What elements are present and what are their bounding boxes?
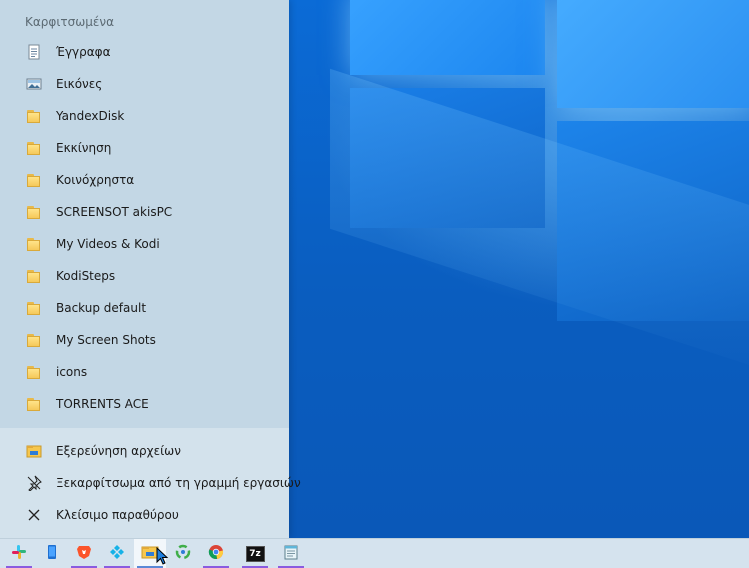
file-explorer-icon (26, 443, 42, 459)
taskbar-app-recycle[interactable] (167, 539, 199, 568)
jump-list: Καρφιτσωμένα Έγγραφα Εικόνες YandexDisk … (0, 0, 301, 538)
pinned-item-label: KodiSteps (56, 269, 116, 283)
taskbar-app-kodi[interactable] (101, 539, 133, 568)
pinned-item-yandexdisk[interactable]: YandexDisk (14, 101, 276, 131)
pictures-icon (26, 76, 42, 92)
folder-icon (26, 236, 42, 252)
unpin-icon (26, 475, 42, 492)
pinned-item-my-videos-kodi[interactable]: My Videos & Kodi (14, 229, 276, 259)
pinned-item-label: Backup default (56, 301, 147, 315)
taskbar-app-notepad[interactable] (275, 539, 307, 568)
notepad-icon (283, 544, 299, 564)
taskbar-app-7zip[interactable]: 7z (239, 539, 271, 568)
pinned-item-startup[interactable]: Εκκίνηση (14, 133, 276, 163)
taskbar-app-phone[interactable] (36, 539, 68, 568)
folder-icon (26, 332, 42, 348)
brave-icon (76, 544, 92, 564)
folder-icon (26, 396, 42, 412)
taskbar: 7z (0, 538, 749, 568)
action-label: Ξεκαρφίτσωμα από τη γραμμή εργασιών (56, 476, 301, 490)
pinned-item-shared[interactable]: Κοινόχρηστα (14, 165, 276, 195)
folder-icon (26, 204, 42, 220)
pinned-item-pictures[interactable]: Εικόνες (14, 69, 276, 99)
pinned-item-label: YandexDisk (56, 109, 125, 123)
pinned-item-label: Έγγραφα (56, 45, 111, 59)
folder-icon (26, 140, 42, 156)
folder-icon (26, 108, 42, 124)
taskbar-app-chrome[interactable] (200, 539, 232, 568)
wallpaper-pane (557, 0, 749, 108)
pinned-item-label: icons (56, 365, 88, 379)
mouse-cursor-icon (156, 547, 169, 565)
folder-icon (26, 300, 42, 316)
slack-icon (11, 544, 27, 564)
pinned-item-label: Εικόνες (56, 77, 103, 91)
pinned-item-my-screen-shots[interactable]: My Screen Shots (14, 325, 276, 355)
recycle-app-icon (175, 544, 191, 564)
pinned-item-label: SCREENSOT akisPC (56, 205, 173, 219)
close-icon (26, 507, 42, 523)
7zip-icon: 7z (245, 545, 265, 562)
action-label: Εξερεύνηση αρχείων (56, 444, 181, 458)
pinned-item-documents[interactable]: Έγγραφα (14, 37, 276, 67)
close-window-action[interactable]: Κλείσιμο παραθύρου (14, 500, 276, 530)
phone-app-icon (44, 544, 60, 564)
taskbar-app-brave[interactable] (68, 539, 100, 568)
documents-icon (26, 44, 42, 60)
pinned-header: Καρφιτσωμένα (25, 15, 114, 29)
unpin-from-taskbar-action[interactable]: Ξεκαρφίτσωμα από τη γραμμή εργασιών (14, 468, 301, 498)
pinned-item-backup-default[interactable]: Backup default (14, 293, 276, 323)
action-label: Κλείσιμο παραθύρου (56, 508, 179, 522)
folder-icon (26, 268, 42, 284)
pinned-item-icons[interactable]: icons (14, 357, 276, 387)
wallpaper-pane (350, 0, 545, 75)
open-file-explorer-action[interactable]: Εξερεύνηση αρχείων (14, 436, 276, 466)
folder-icon (26, 172, 42, 188)
taskbar-app-slack[interactable] (3, 539, 35, 568)
jump-list-actions: Εξερεύνηση αρχείων Ξεκαρφίτσωμα από τη γ… (0, 428, 301, 538)
pinned-item-label: TORRENTS ACE (56, 397, 149, 411)
folder-icon (26, 364, 42, 380)
pinned-item-label: Κοινόχρηστα (56, 173, 135, 187)
pinned-item-screensot-akispc[interactable]: SCREENSOT akisPC (14, 197, 276, 227)
pinned-item-torrents-ace[interactable]: TORRENTS ACE (14, 389, 276, 419)
pinned-item-kodisteps[interactable]: KodiSteps (14, 261, 276, 291)
chrome-icon (208, 544, 224, 564)
pinned-item-label: Εκκίνηση (56, 141, 112, 155)
kodi-icon (109, 544, 125, 564)
pinned-item-label: My Videos & Kodi (56, 237, 160, 251)
pinned-item-label: My Screen Shots (56, 333, 156, 347)
